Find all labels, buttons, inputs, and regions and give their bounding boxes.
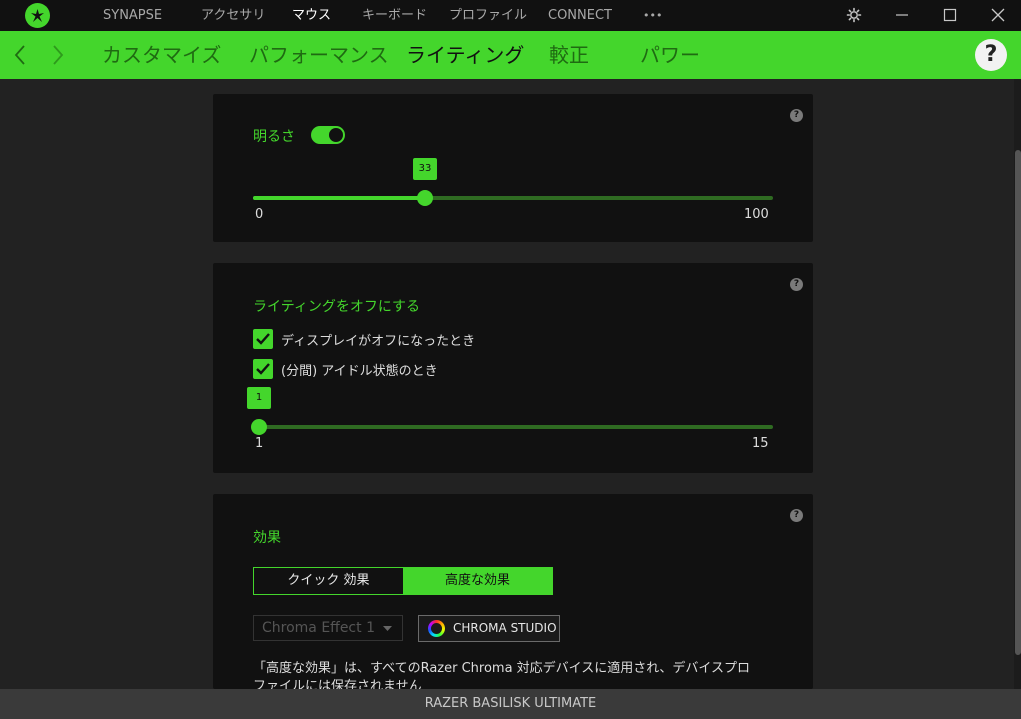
effects-description: 「高度な効果」は、すべてのRazer Chroma 対応デバイスに適用され、デバ… xyxy=(253,660,773,689)
back-arrow-icon[interactable] xyxy=(12,43,28,67)
brightness-slider[interactable]: 33 xyxy=(253,158,773,206)
brightness-min-label: 0 xyxy=(255,207,264,222)
brightness-max-label: 100 xyxy=(744,207,769,222)
lighting-off-title: ライティングをオフにする xyxy=(253,299,421,315)
topnav-connect[interactable]: CONNECT xyxy=(548,0,612,31)
tab-lighting[interactable]: ライティング xyxy=(406,31,524,79)
display-off-checkbox[interactable] xyxy=(253,329,273,349)
sub-navigation-bar: カスタマイズ パフォーマンス ライティング 較正 パワー xyxy=(0,31,1021,79)
idle-minutes-slider[interactable]: 1 xyxy=(247,387,773,435)
tab-power[interactable]: パワー xyxy=(640,31,700,79)
chroma-studio-button[interactable]: CHROMA STUDIO xyxy=(418,615,560,642)
brightness-toggle[interactable] xyxy=(311,126,345,144)
settings-gear-icon[interactable] xyxy=(845,6,863,24)
toggle-knob xyxy=(329,128,343,142)
chevron-down-icon xyxy=(383,626,392,631)
chroma-effect-select[interactable]: Chroma Effect 1 xyxy=(253,615,403,641)
quick-effects-button[interactable]: クイック 効果 xyxy=(254,568,403,594)
lighting-off-card: ? ライティングをオフにする ディスプレイがオフになったとき (分間) アイドル… xyxy=(213,263,813,473)
chroma-ring-icon xyxy=(428,620,445,637)
display-off-label: ディスプレイがオフになったとき xyxy=(281,334,476,349)
topnav-mouse[interactable]: マウス xyxy=(292,0,331,31)
idle-checkbox[interactable] xyxy=(253,359,273,379)
brightness-value-badge: 33 xyxy=(413,158,437,180)
tab-customize[interactable]: カスタマイズ xyxy=(102,31,221,79)
effects-card: ? 効果 クイック 効果 高度な効果 Chroma Effect 1 CHROM… xyxy=(213,494,813,689)
brightness-card: ? 明るさ 33 0 100 xyxy=(213,94,813,242)
forward-arrow-icon[interactable] xyxy=(50,43,66,67)
maximize-icon[interactable] xyxy=(941,6,959,24)
effects-title: 効果 xyxy=(253,530,281,546)
effects-segmented-control: クイック 効果 高度な効果 xyxy=(253,567,553,595)
razer-logo-icon[interactable] xyxy=(25,3,50,28)
effects-description-line2: ファイルには保存されません xyxy=(253,679,422,689)
effects-description-line1: 「高度な効果」は、すべてのRazer Chroma 対応デバイスに適用され、デバ… xyxy=(253,661,751,676)
idle-min-label: 1 xyxy=(255,436,264,451)
brightness-slider-fill xyxy=(253,196,425,200)
effects-help-icon[interactable]: ? xyxy=(790,509,803,522)
help-icon[interactable]: ? xyxy=(975,39,1007,71)
topnav-accessories[interactable]: アクセサリ xyxy=(201,0,265,31)
more-menu-icon[interactable]: ••• xyxy=(643,0,662,31)
tab-calibration[interactable]: 較正 xyxy=(549,31,589,79)
tab-performance[interactable]: パフォーマンス xyxy=(249,31,389,79)
brightness-slider-thumb[interactable] xyxy=(417,190,433,206)
topnav-synapse[interactable]: SYNAPSE xyxy=(103,0,162,31)
chroma-studio-label: CHROMA STUDIO xyxy=(453,621,557,635)
idle-value-badge: 1 xyxy=(247,387,271,409)
scrollbar-thumb[interactable] xyxy=(1015,150,1021,655)
brightness-help-icon[interactable]: ? xyxy=(790,109,803,122)
idle-slider-thumb[interactable] xyxy=(251,419,267,435)
title-bar: SYNAPSE アクセサリ マウス キーボード プロファイル CONNECT •… xyxy=(0,0,1021,31)
chroma-effect-select-value: Chroma Effect 1 xyxy=(262,620,375,636)
topnav-keyboard[interactable]: キーボード xyxy=(362,0,427,31)
idle-label: (分間) アイドル状態のとき xyxy=(281,364,438,379)
advanced-effects-button[interactable]: 高度な効果 xyxy=(403,568,552,594)
device-name-footer: RAZER BASILISK ULTIMATE xyxy=(0,689,1021,719)
minimize-icon[interactable] xyxy=(893,6,911,24)
lighting-off-help-icon[interactable]: ? xyxy=(790,278,803,291)
idle-max-label: 15 xyxy=(752,436,769,451)
topnav-profiles[interactable]: プロファイル xyxy=(449,0,527,31)
close-icon[interactable] xyxy=(989,6,1007,24)
brightness-title: 明るさ xyxy=(253,129,295,145)
